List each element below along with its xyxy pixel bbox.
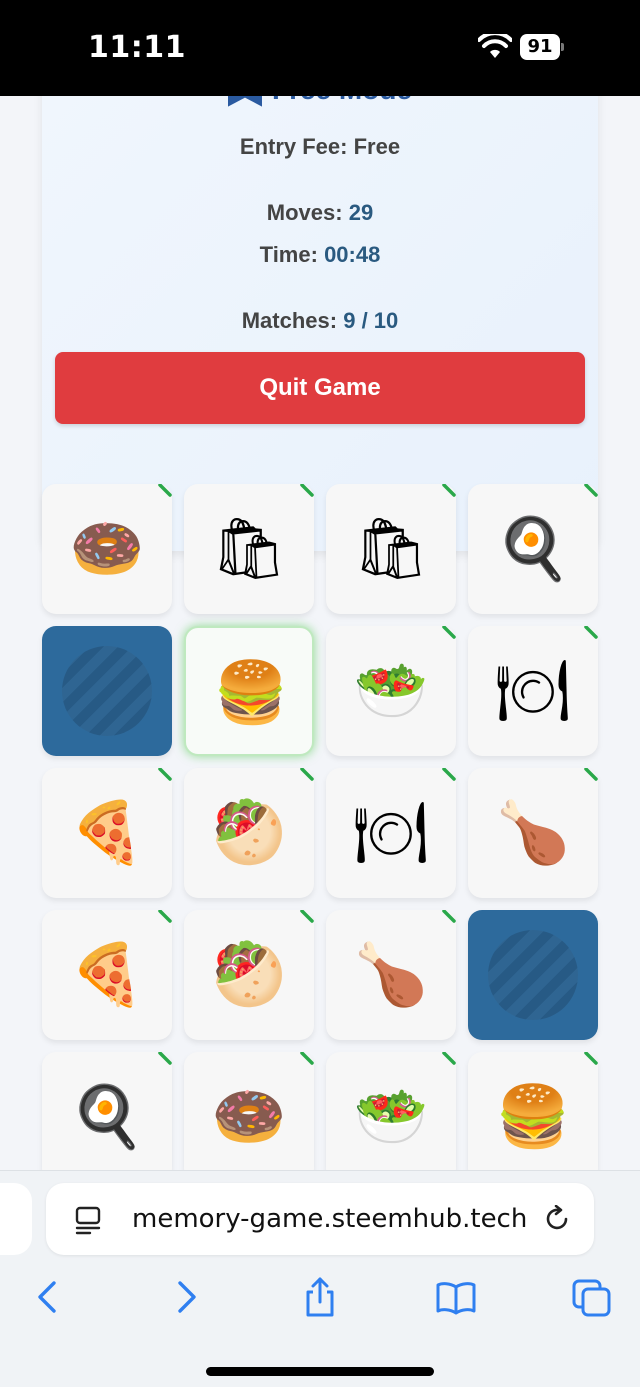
matched-marker-icon [584, 768, 598, 781]
plate-cutlery-icon: 🍽 [494, 656, 572, 726]
card-back-icon [62, 646, 152, 736]
battery-nub [561, 43, 564, 51]
healthy-food-icon: 🥗 [353, 656, 429, 726]
salad-bowl-icon: 🥙 [211, 798, 287, 868]
fast-food-icon: 🍔 [495, 1082, 571, 1152]
memory-card[interactable]: 🥗 [326, 1052, 456, 1170]
battery-level: 91 [520, 34, 560, 60]
matched-marker-icon [158, 768, 172, 781]
memory-card[interactable]: 🛍 [184, 484, 314, 614]
healthy-food-icon: 🥗 [353, 1082, 429, 1152]
breakfast-pan-icon: 🍳 [69, 1082, 145, 1152]
time-label: Time: [259, 242, 318, 267]
matched-marker-icon [584, 484, 598, 497]
matched-marker-icon [442, 484, 456, 497]
game-info-card: Free Mode Entry Fee: Free Moves: 29 Time… [42, 96, 598, 551]
browser-bottom-bar: memory-game.steemhub.tech [0, 1170, 640, 1387]
memory-card[interactable]: 🍩 [184, 1052, 314, 1170]
memory-card[interactable]: 🍕 [42, 910, 172, 1040]
roast-chicken-icon: 🍗 [353, 940, 429, 1010]
moves-counter: Moves: 29 [42, 200, 598, 226]
pizza-icon: 🍕 [69, 798, 145, 868]
memory-card[interactable] [468, 910, 598, 1040]
matched-marker-icon [584, 1052, 598, 1065]
matched-marker-icon [300, 1052, 314, 1065]
matched-marker-icon [300, 910, 314, 923]
matches-counter: Matches: 9 / 10 [42, 308, 598, 334]
takeout-bag-icon: 🛍 [210, 514, 288, 584]
matches-value: 9 / 10 [343, 308, 399, 333]
memory-card[interactable]: 🛍 [326, 484, 456, 614]
memory-card[interactable]: 🍽 [326, 768, 456, 898]
memory-card[interactable] [42, 626, 172, 756]
page-menu-icon[interactable] [74, 1205, 102, 1235]
memory-card[interactable]: 🥗 [326, 626, 456, 756]
previous-tab-peek[interactable] [0, 1183, 32, 1255]
ribbon-icon [227, 96, 262, 107]
time-value: 00:48 [324, 242, 381, 267]
memory-card[interactable]: 🍔 [468, 1052, 598, 1170]
matched-marker-icon [158, 484, 172, 497]
matched-marker-icon [584, 626, 598, 639]
donut-icon: 🍩 [69, 514, 145, 584]
address-bar[interactable]: memory-game.steemhub.tech [46, 1183, 594, 1255]
roast-chicken-icon: 🍗 [495, 798, 571, 868]
web-page: Free Mode Entry Fee: Free Moves: 29 Time… [0, 96, 640, 1170]
home-indicator [206, 1367, 434, 1376]
memory-card[interactable]: 🥙 [184, 768, 314, 898]
memory-card[interactable]: 🍔 [184, 626, 314, 756]
moves-label: Moves: [266, 200, 343, 225]
memory-card[interactable]: 🍳 [42, 1052, 172, 1170]
matched-marker-icon [442, 1052, 456, 1065]
matched-marker-icon [158, 910, 172, 923]
share-icon[interactable] [298, 1275, 342, 1319]
takeout-bag-icon: 🛍 [352, 514, 430, 584]
fast-food-icon: 🍔 [213, 658, 289, 728]
card-back-icon [488, 930, 578, 1020]
memory-card[interactable]: 🍗 [468, 768, 598, 898]
wifi-icon [478, 34, 512, 58]
memory-card[interactable]: 🍩 [42, 484, 172, 614]
entry-fee: Entry Fee: Free [42, 134, 598, 160]
matched-marker-icon [442, 768, 456, 781]
reload-icon[interactable] [544, 1205, 572, 1233]
tabs-icon[interactable] [570, 1275, 614, 1319]
matches-label: Matches: [241, 308, 338, 333]
moves-value: 29 [348, 200, 374, 225]
pizza-icon: 🍕 [69, 940, 145, 1010]
entry-fee-label: Entry Fee: [239, 134, 348, 159]
memory-card[interactable]: 🍗 [326, 910, 456, 1040]
matched-marker-icon [442, 626, 456, 639]
status-bar: 11:11 91 [0, 0, 640, 96]
forward-icon[interactable] [164, 1275, 208, 1319]
memory-card[interactable]: 🍕 [42, 768, 172, 898]
back-icon[interactable] [26, 1275, 70, 1319]
plate-cutlery-icon: 🍽 [352, 798, 430, 868]
donut-icon: 🍩 [211, 1082, 287, 1152]
memory-card[interactable]: 🥙 [184, 910, 314, 1040]
quit-game-button[interactable]: Quit Game [55, 352, 585, 424]
memory-card[interactable]: 🍳 [468, 484, 598, 614]
matched-marker-icon [300, 768, 314, 781]
browser-nav-row [0, 1275, 640, 1325]
mode-title-text: Free Mode [272, 96, 412, 105]
matched-marker-icon [300, 484, 314, 497]
timer: Time: 00:48 [42, 242, 598, 268]
matched-marker-icon [442, 910, 456, 923]
matched-marker-icon [158, 1052, 172, 1065]
battery-icon: 91 [520, 34, 564, 60]
salad-bowl-icon: 🥙 [211, 940, 287, 1010]
mode-title: Free Mode [42, 96, 598, 107]
bookmarks-icon[interactable] [434, 1275, 478, 1319]
entry-fee-value: Free [353, 134, 401, 159]
breakfast-pan-icon: 🍳 [495, 514, 571, 584]
memory-card[interactable]: 🍽 [468, 626, 598, 756]
clock: 11:11 [88, 30, 186, 65]
url-text[interactable]: memory-game.steemhub.tech [132, 1183, 527, 1255]
